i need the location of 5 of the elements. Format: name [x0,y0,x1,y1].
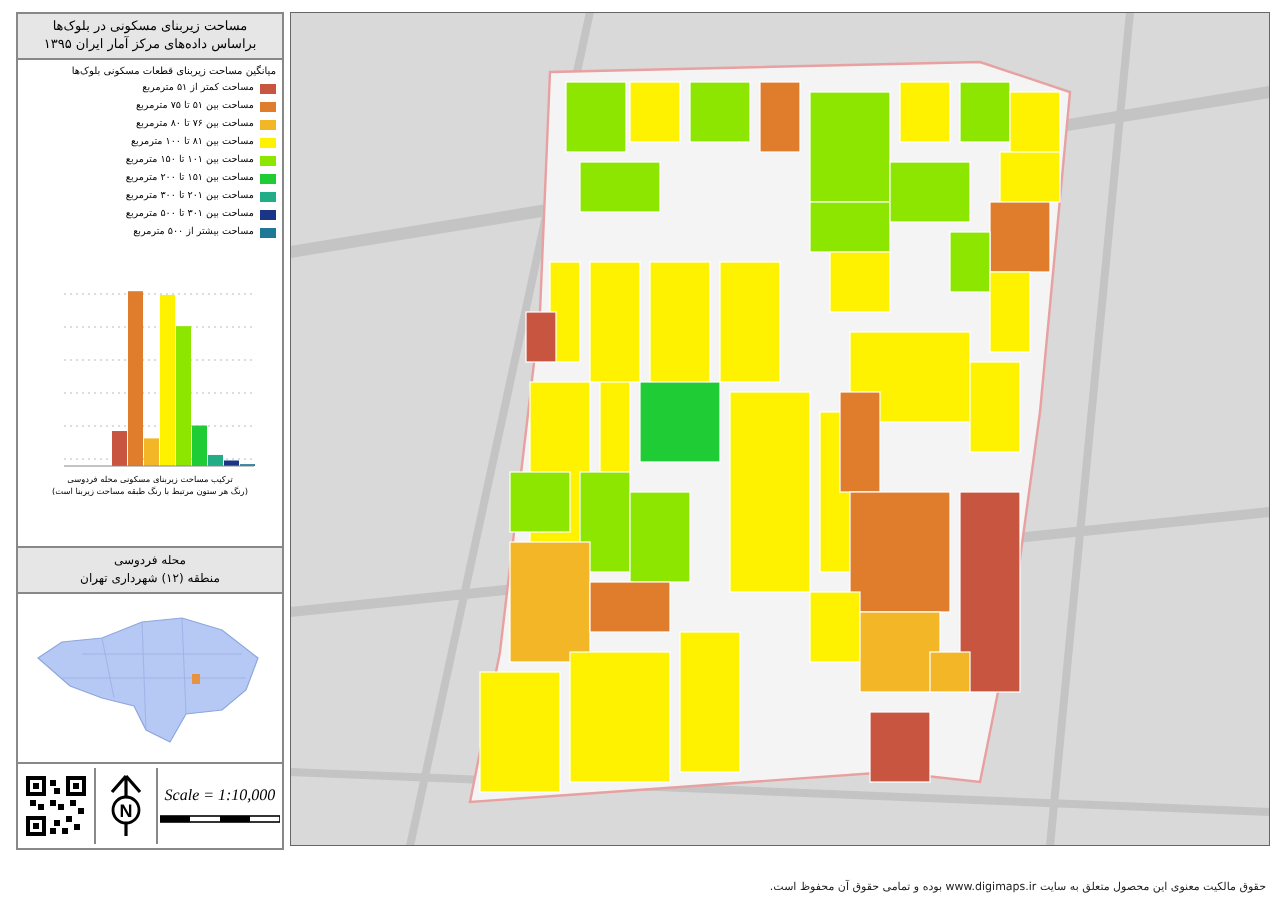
north-arrow-icon [110,774,142,838]
scale-bar-icon [160,814,280,826]
scale-label: Scale = 1:10,000 [164,786,276,804]
north-label: N [119,801,133,821]
qr-code-icon [26,776,86,836]
